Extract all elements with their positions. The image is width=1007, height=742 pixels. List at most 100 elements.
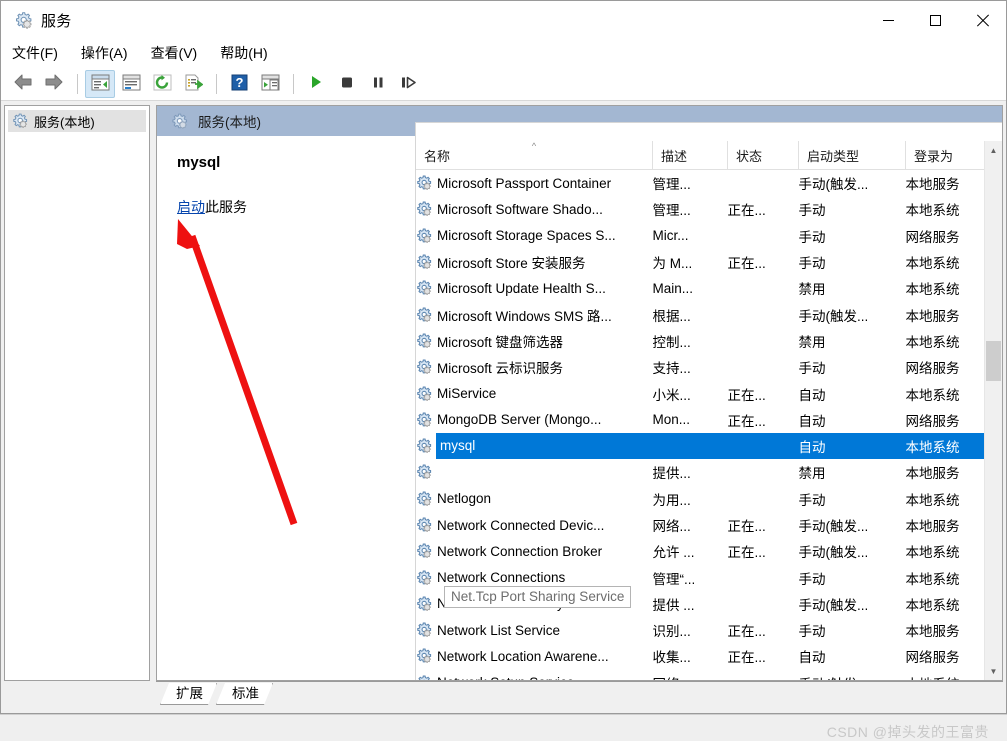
table-row[interactable]: Network Location Awarene... 收集... 正在... 自动 网… — [416, 643, 1002, 669]
sidebar-item-services-local[interactable]: 服务(本地) — [8, 110, 146, 132]
table-row[interactable]: Netlogon 为用... 手动 本地系统 — [416, 486, 1002, 512]
menu-file[interactable]: 文件(F) — [12, 40, 69, 66]
cell-status: 正在... — [727, 519, 766, 534]
table-row[interactable]: Microsoft 键盘筛选器 控制... 禁用 本地系统 — [416, 328, 1002, 354]
cell-service-name: MongoDB Server (Mongo... — [416, 407, 653, 433]
restart-service-button[interactable] — [394, 70, 424, 98]
cell-logon-as: 本地系统 — [905, 545, 960, 561]
table-row[interactable]: Microsoft Update Health S... Main... 禁用 本地系… — [416, 275, 1002, 301]
table-row[interactable]: Network List Service 识别... 正在... 手动 本地服务 — [416, 617, 1002, 643]
services-window: 服务 文件(F) 操作(A) 查看(V) 帮助(H) ? 服务(本地) 服务(本… — [0, 0, 1007, 714]
stop-service-button[interactable] — [332, 70, 362, 98]
cell-startup-type: 手动(触发... — [798, 545, 869, 561]
column-header-description[interactable]: 描述 — [652, 141, 728, 170]
tab-extended[interactable]: 扩展 — [160, 683, 217, 705]
menu-action[interactable]: 操作(A) — [81, 40, 139, 66]
show-action-pane-icon — [261, 74, 280, 94]
column-header-startup-type[interactable]: 启动类型 — [798, 141, 906, 170]
cell-logon-as: 本地系统 — [905, 334, 960, 350]
refresh-button[interactable] — [147, 70, 177, 98]
list-vertical-scrollbar[interactable]: ▲ ▼ — [984, 141, 1002, 680]
forward-button[interactable] — [39, 70, 69, 98]
column-header-name[interactable]: ^ 名称 — [416, 141, 653, 170]
service-name-label: Network Connected Devic... — [437, 517, 605, 533]
start-service-link[interactable]: 启动 — [177, 199, 205, 215]
menu-view[interactable]: 查看(V) — [151, 40, 209, 66]
table-row[interactable]: MiService 小米... 正在... 自动 本地系统 — [416, 380, 1002, 406]
table-row[interactable]: Net.Tcp Port Sharing Service提供... 禁用 本地服务 — [416, 459, 1002, 485]
cell-status — [728, 459, 799, 485]
svg-text:?: ? — [235, 75, 243, 90]
table-row[interactable]: Network Connected Devic... 网络... 正在... 手动(触… — [416, 512, 1002, 538]
cell-startup-type: 手动 — [798, 624, 826, 640]
service-name-label: Netlogon — [437, 491, 492, 507]
service-gear-icon — [416, 622, 432, 638]
cell-description: 网络... — [653, 670, 728, 680]
column-header-status[interactable]: 状态 — [727, 141, 799, 170]
cell-service-name: Microsoft 云标识服务 — [416, 354, 653, 380]
cell-service-name: Network List Service — [416, 617, 653, 643]
show-action-pane-button[interactable] — [255, 70, 285, 98]
column-header-logon-as[interactable]: 登录为 — [905, 141, 997, 170]
cell-logon-as: 本地系统 — [905, 492, 960, 508]
services-gear-icon — [12, 113, 28, 129]
minimize-icon — [883, 19, 894, 21]
table-row[interactable]: MongoDB Server (Mongo... Mon... 正在... 自动 网络服… — [416, 407, 1002, 433]
cell-description: 识别... — [652, 624, 691, 640]
table-row[interactable]: Network Setup Service 网络... 手动(触发...本地系统 — [416, 670, 1002, 680]
console-tree-pane: 服务(本地) — [4, 105, 150, 681]
table-row[interactable]: Microsoft Store 安装服务 为 M... 正在... 手动 本地系统 — [416, 249, 1002, 275]
minimize-button[interactable] — [865, 1, 912, 39]
scrollbar-thumb[interactable] — [986, 341, 1001, 381]
pane-splitter[interactable] — [150, 105, 155, 681]
properties-button[interactable] — [116, 70, 146, 98]
cell-description: 管理... — [652, 177, 691, 193]
table-row[interactable]: Network Connection Broker 允许 ... 正在... 手动(触… — [416, 538, 1002, 564]
service-name-label: mysql — [436, 432, 653, 460]
cell-status — [728, 486, 799, 512]
scroll-down-icon[interactable]: ▼ — [985, 662, 1002, 680]
service-name-label: MongoDB Server (Mongo... — [437, 412, 602, 428]
cell-status: 正在... — [727, 413, 766, 429]
view-tabs: 扩展 标准 — [156, 681, 1003, 705]
table-row[interactable]: Microsoft Software Shado... 管理... 正在... 手动 本… — [416, 196, 1002, 222]
properties-icon — [122, 74, 141, 94]
service-name-label: Microsoft 键盘筛选器 — [437, 334, 564, 350]
cell-status: 正在... — [727, 650, 766, 666]
maximize-button[interactable] — [912, 1, 959, 39]
service-gear-icon — [416, 228, 432, 244]
column-header-name-label: 名称 — [424, 148, 451, 164]
close-button[interactable] — [959, 1, 1006, 39]
service-gear-icon — [416, 543, 432, 559]
start-service-button[interactable] — [301, 70, 331, 98]
scroll-up-icon[interactable]: ▲ — [985, 141, 1002, 159]
service-gear-icon — [416, 570, 432, 586]
watermark-text: CSDN @掉头发的王富贵 — [826, 724, 989, 740]
cell-description: 控制... — [652, 334, 691, 350]
cell-logon-as: 本地系统 — [905, 256, 960, 272]
table-row[interactable]: Microsoft Storage Spaces S... Micr... 手动 网络… — [416, 223, 1002, 249]
cell-service-name: Microsoft Windows SMS 路... — [416, 301, 653, 327]
cell-logon-as: 本地服务 — [905, 624, 960, 640]
service-gear-icon — [416, 412, 432, 428]
export-list-button[interactable] — [178, 70, 208, 98]
cell-service-name: Network Setup Service — [416, 670, 653, 680]
toolbar-separator-1 — [77, 73, 78, 94]
cell-logon-as: 本地服务 — [905, 519, 960, 534]
show-hide-tree-button[interactable] — [85, 69, 115, 98]
table-row[interactable]: Microsoft 云标识服务 支持... 手动 网络服务 — [416, 354, 1002, 380]
table-row[interactable]: Microsoft Windows SMS 路... 根据... 手动(触发... 本… — [416, 301, 1002, 327]
cell-service-name: Microsoft Store 安装服务 — [416, 249, 653, 275]
back-button[interactable] — [8, 70, 38, 98]
menu-help[interactable]: 帮助(H) — [220, 40, 278, 66]
table-row[interactable]: mysql 自动 本地系统 — [416, 432, 1002, 460]
service-gear-icon — [416, 333, 432, 349]
services-list-panel: ^ 名称 描述 状态 启动类型 登录为 Microsoft Passport C… — [415, 122, 1002, 680]
help-button[interactable]: ? — [224, 70, 254, 98]
table-row[interactable]: Microsoft Passport Container 管理... 手动(触发..… — [416, 170, 1002, 197]
toolbar-separator-2 — [216, 73, 217, 94]
pause-service-button[interactable] — [363, 70, 393, 98]
maximize-icon — [930, 14, 941, 26]
results-pane-title: 服务(本地) — [198, 115, 261, 130]
tab-standard[interactable]: 标准 — [216, 683, 273, 705]
